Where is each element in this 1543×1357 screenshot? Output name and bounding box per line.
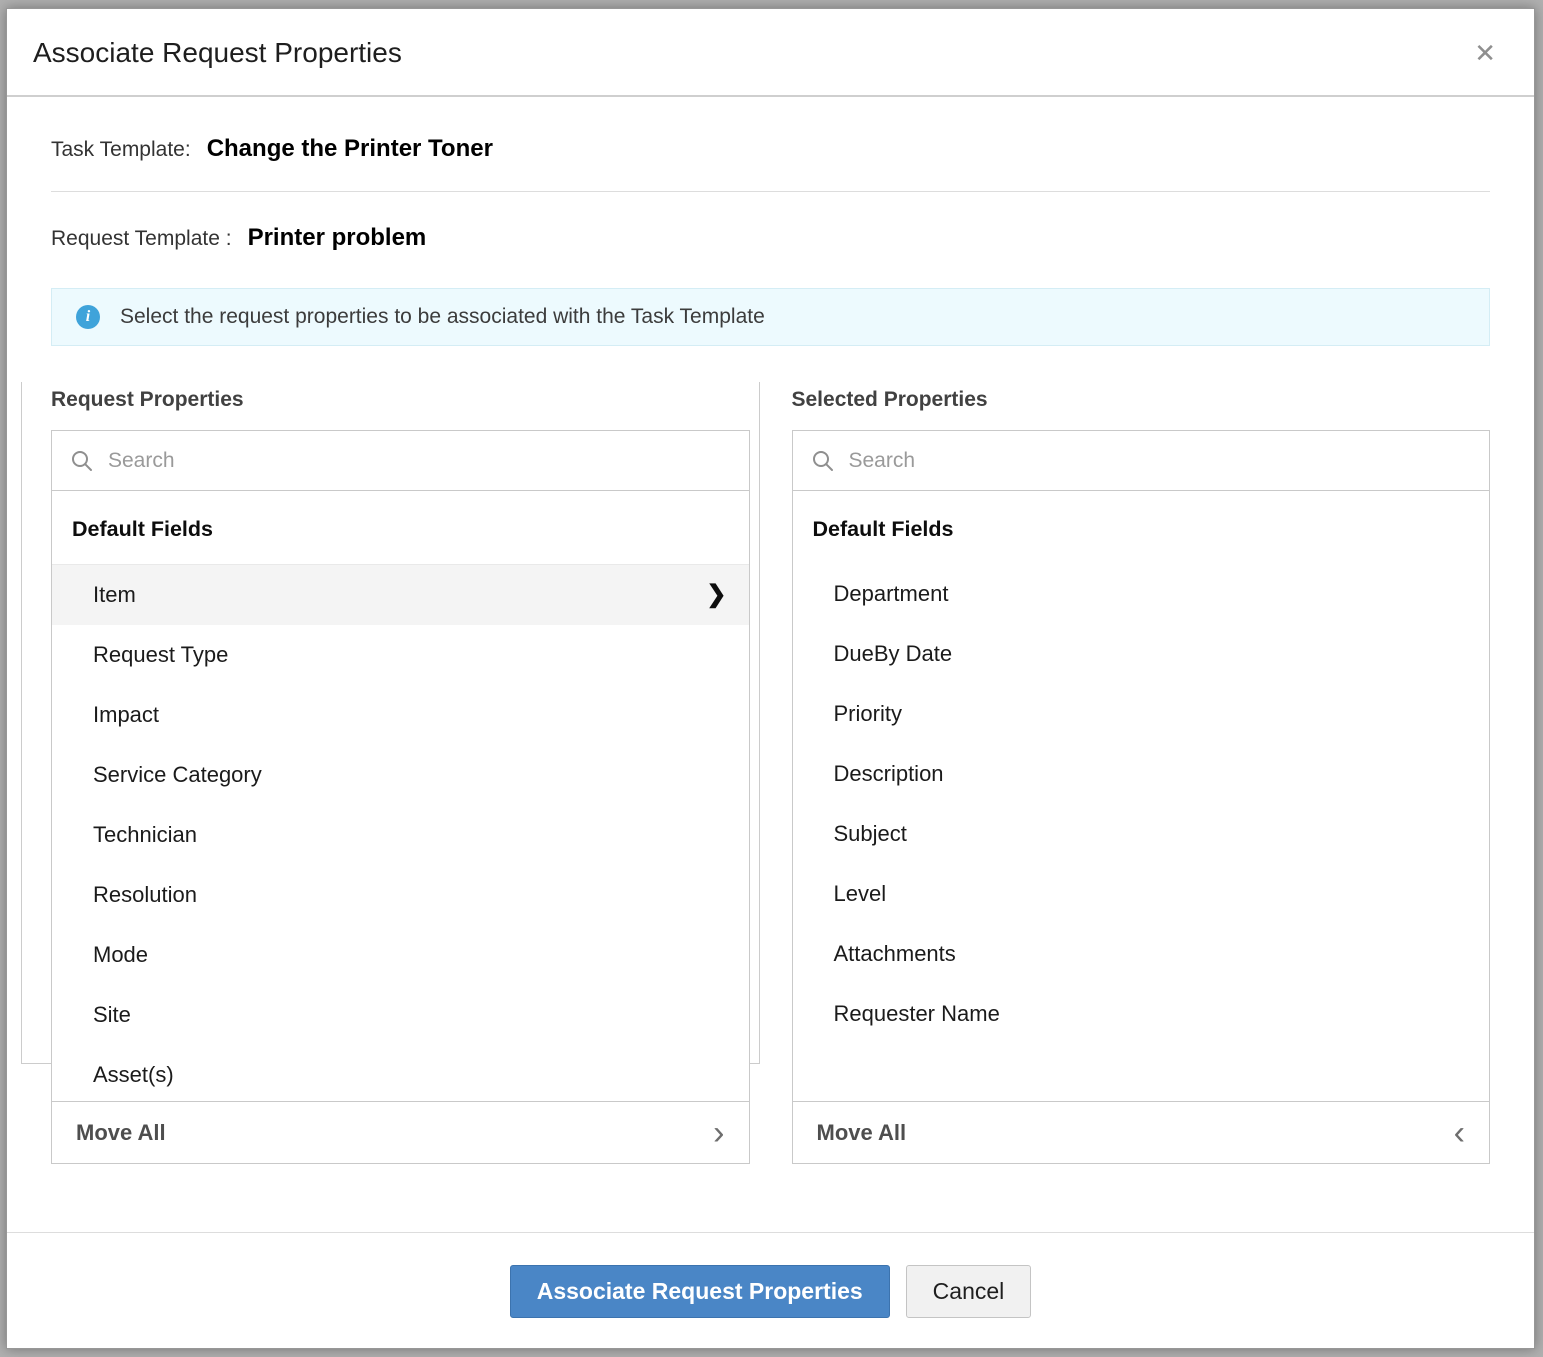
chevron-left-icon: ‹	[1454, 1116, 1465, 1150]
list-item-label: Resolution	[93, 882, 197, 908]
info-icon: i	[76, 305, 100, 329]
chevron-right-icon: ›	[713, 1116, 724, 1150]
dialog-footer: Associate Request Properties Cancel	[7, 1232, 1534, 1348]
move-all-label: Move All	[76, 1120, 166, 1146]
list-item-label: Asset(s)	[93, 1062, 174, 1088]
list-item-label: Technician	[93, 822, 197, 848]
move-all-label: Move All	[817, 1120, 907, 1146]
task-template-value: Change the Printer Toner	[207, 135, 493, 163]
list-item-requester-name[interactable]: Requester Name	[793, 984, 1490, 1044]
request-properties-items: Item ❯ Request Type Impact Service Category T…	[52, 565, 749, 1101]
move-all-left-button[interactable]: Move All ‹	[793, 1101, 1490, 1163]
search-input[interactable]	[108, 449, 731, 473]
cancel-button[interactable]: Cancel	[906, 1265, 1032, 1318]
search-icon	[811, 449, 835, 473]
associate-request-properties-dialog: Associate Request Properties ✕ Task Temp…	[6, 8, 1535, 1349]
list-item-label: Level	[834, 881, 887, 907]
list-item-mode[interactable]: Mode	[52, 925, 749, 985]
request-properties-heading: Request Properties	[51, 388, 750, 412]
list-item-label: Impact	[93, 702, 159, 728]
list-item-label: Request Type	[93, 642, 228, 668]
selected-properties-items: Department DueBy Date Priority Description S…	[793, 564, 1490, 1044]
list-item-service-category[interactable]: Service Category	[52, 745, 749, 805]
list-item-label: Description	[834, 761, 944, 787]
request-properties-column: Request Properties Default Fields Item ❯ R…	[51, 388, 750, 1164]
group-header-default-fields: Default Fields	[793, 491, 1490, 564]
selected-properties-panel: Default Fields Department DueBy Date Prior…	[792, 430, 1491, 1164]
dialog-titlebar: Associate Request Properties ✕	[7, 9, 1534, 97]
list-item-attachments[interactable]: Attachments	[793, 924, 1490, 984]
list-item-item[interactable]: Item ❯	[52, 565, 749, 625]
task-template-row: Task Template: Change the Printer Toner	[51, 97, 1490, 192]
list-item-label: Item	[93, 582, 136, 608]
info-banner: i Select the request properties to be as…	[51, 288, 1490, 346]
selected-properties-heading: Selected Properties	[792, 388, 1491, 412]
chevron-right-icon: ❯	[706, 583, 726, 607]
list-item-label: Mode	[93, 942, 148, 968]
list-item-label: Attachments	[834, 941, 956, 967]
group-header-default-fields: Default Fields	[52, 491, 749, 565]
list-item-label: Site	[93, 1002, 131, 1028]
request-template-label: Request Template :	[51, 227, 232, 251]
list-item-label: Subject	[834, 821, 907, 847]
list-item-label: DueBy Date	[834, 641, 953, 667]
associate-request-properties-button[interactable]: Associate Request Properties	[510, 1265, 890, 1318]
request-template-value: Printer problem	[248, 224, 427, 252]
list-item-department[interactable]: Department	[793, 564, 1490, 624]
list-item-subject[interactable]: Subject	[793, 804, 1490, 864]
list-item-label: Priority	[834, 701, 902, 727]
list-item-label: Department	[834, 581, 949, 607]
list-item-dueby-date[interactable]: DueBy Date	[793, 624, 1490, 684]
close-icon[interactable]: ✕	[1470, 38, 1500, 68]
selected-properties-search-row	[793, 431, 1490, 491]
dialog-body: Task Template: Change the Printer Toner …	[7, 97, 1534, 1232]
request-properties-list: Default Fields Item ❯ Request Type Impact Se…	[52, 491, 749, 1101]
dual-list-columns: Request Properties Default Fields Item ❯ R…	[51, 388, 1490, 1164]
list-item-resolution[interactable]: Resolution	[52, 865, 749, 925]
list-item-site[interactable]: Site	[52, 985, 749, 1045]
task-template-label: Task Template:	[51, 138, 191, 162]
list-item-label: Service Category	[93, 762, 262, 788]
search-input[interactable]	[849, 449, 1472, 473]
request-properties-search-row	[52, 431, 749, 491]
list-item-request-type[interactable]: Request Type	[52, 625, 749, 685]
selected-properties-list: Default Fields Department DueBy Date Prior…	[793, 491, 1490, 1101]
list-item-technician[interactable]: Technician	[52, 805, 749, 865]
list-item-level[interactable]: Level	[793, 864, 1490, 924]
list-item-priority[interactable]: Priority	[793, 684, 1490, 744]
list-item-asset-s[interactable]: Asset(s)	[52, 1045, 749, 1101]
request-properties-panel: Default Fields Item ❯ Request Type Impact Se…	[51, 430, 750, 1164]
search-icon	[70, 449, 94, 473]
info-banner-text: Select the request properties to be asso…	[120, 305, 765, 329]
selected-properties-column: Selected Properties Default Fields Depar…	[792, 388, 1491, 1164]
move-all-right-button[interactable]: Move All ›	[52, 1101, 749, 1163]
list-item-label: Requester Name	[834, 1001, 1000, 1027]
list-item-impact[interactable]: Impact	[52, 685, 749, 745]
list-item-description[interactable]: Description	[793, 744, 1490, 804]
dialog-title: Associate Request Properties	[33, 37, 402, 69]
request-template-row: Request Template : Printer problem	[51, 192, 1490, 256]
